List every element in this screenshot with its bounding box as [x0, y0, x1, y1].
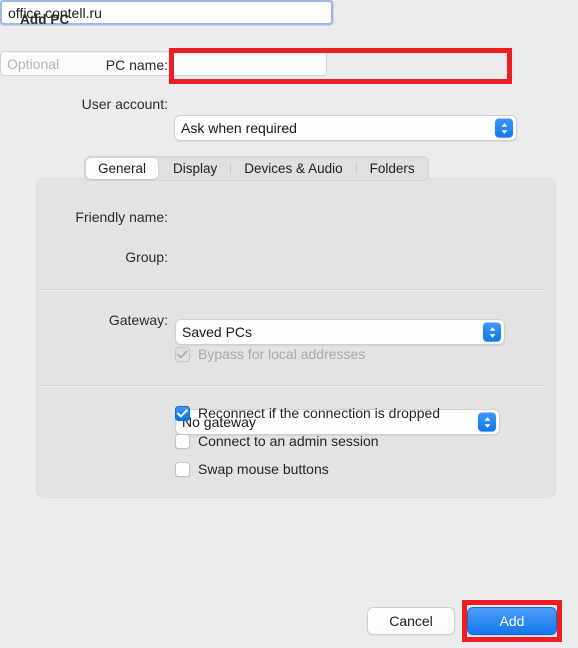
friendly-name-label: Friendly name:	[75, 209, 168, 225]
cancel-button[interactable]: Cancel	[367, 607, 455, 635]
updown-chevron-icon[interactable]	[483, 322, 501, 342]
updown-chevron-icon[interactable]	[495, 118, 513, 138]
swap-mouse-label: Swap mouse buttons	[198, 461, 329, 477]
add-button-label: Add	[499, 613, 525, 629]
pc-name-label: PC name:	[105, 57, 168, 73]
tab-folders-label: Folders	[369, 161, 415, 176]
user-account-select[interactable]: Ask when required	[174, 115, 517, 141]
reconnect-checkbox[interactable]	[175, 405, 190, 421]
admin-session-checkbox[interactable]	[175, 433, 190, 449]
tab-display-label: Display	[173, 161, 218, 176]
admin-session-checkbox-row[interactable]: Connect to an admin session	[175, 433, 379, 449]
page-title: Add PC	[20, 12, 70, 27]
user-account-label: User account:	[81, 96, 168, 112]
swap-mouse-checkbox-row[interactable]: Swap mouse buttons	[175, 461, 329, 477]
group-select[interactable]: Saved PCs	[175, 319, 505, 345]
group-value: Saved PCs	[182, 324, 253, 340]
settings-tabbar: General Display Devices & Audio Folders	[84, 156, 429, 181]
tab-general-label: General	[98, 161, 147, 176]
swap-mouse-checkbox[interactable]	[175, 461, 190, 477]
friendly-name-row: Friendly name:	[40, 205, 168, 229]
user-account-row: User account:	[40, 91, 168, 117]
tab-folders[interactable]: Folders	[357, 157, 428, 180]
divider	[37, 385, 543, 386]
divider	[37, 289, 543, 290]
gateway-label: Gateway:	[108, 312, 168, 328]
reconnect-label: Reconnect if the connection is dropped	[198, 405, 441, 421]
tab-devices-audio-label: Devices & Audio	[244, 161, 343, 176]
cancel-button-label: Cancel	[389, 613, 433, 629]
bypass-local-label: Bypass for local addresses	[198, 346, 366, 362]
group-label: Group:	[125, 249, 168, 265]
pc-name-row: PC name:	[40, 52, 168, 78]
tab-general[interactable]: General	[86, 158, 159, 179]
add-button[interactable]: Add	[467, 607, 557, 635]
bypass-local-checkbox-row[interactable]: Bypass for local addresses	[175, 346, 365, 362]
reconnect-checkbox-row[interactable]: Reconnect if the connection is dropped	[175, 405, 440, 421]
admin-session-label: Connect to an admin session	[198, 433, 379, 449]
group-row: Group:	[40, 244, 168, 270]
tab-devices-audio[interactable]: Devices & Audio	[231, 157, 355, 180]
tab-display[interactable]: Display	[160, 157, 230, 180]
add-pc-dialog: Add PC PC name: office.contell.ru User a…	[0, 0, 578, 648]
updown-chevron-icon[interactable]	[478, 412, 496, 432]
user-account-value: Ask when required	[181, 120, 297, 136]
bypass-local-checkbox[interactable]	[175, 346, 190, 362]
gateway-row: Gateway:	[40, 307, 168, 333]
